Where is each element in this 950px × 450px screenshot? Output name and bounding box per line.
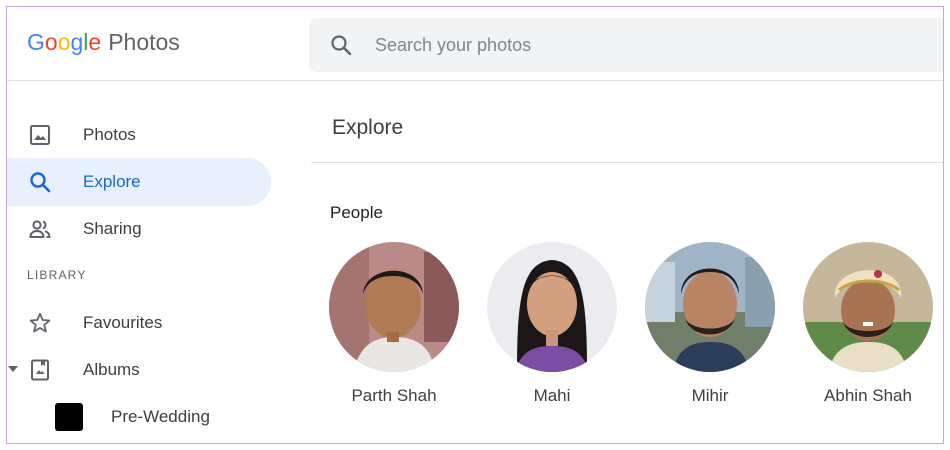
sidebar: Photos Explore Sharing LIBRARY Favourite… (7, 82, 297, 443)
avatar[interactable] (645, 242, 775, 372)
logo-letter: o (44, 29, 58, 55)
album-icon (31, 359, 49, 381)
people-section-heading: People (330, 203, 383, 222)
sidebar-item-label: Sharing (83, 219, 142, 238)
logo-letter: G (27, 29, 45, 55)
page-title: Explore (332, 116, 404, 139)
people-icon (29, 220, 51, 238)
album-thumbnail[interactable] (55, 403, 83, 431)
person-card[interactable]: Mihir (630, 242, 790, 406)
person-card[interactable]: Mahi (472, 242, 632, 406)
avatar[interactable] (329, 242, 459, 372)
top-bar: Google Photos Search your photos (7, 7, 943, 81)
person-card[interactable]: Abhin Shah (788, 242, 943, 406)
sidebar-item-favourites[interactable]: Favourites (7, 299, 271, 347)
google-photos-logo[interactable]: Google Photos (27, 29, 180, 59)
person-name: Mihir (691, 386, 729, 405)
sidebar-item-explore[interactable]: Explore (7, 158, 271, 206)
person-name: Parth Shah (351, 386, 437, 405)
search-input[interactable]: Search your photos (375, 35, 531, 56)
divider (311, 162, 943, 163)
album-item-pre-wedding[interactable]: Pre-Wedding (111, 407, 210, 427)
sidebar-item-label: Explore (83, 172, 141, 191)
main-content: Explore People Parth Shah Mahi Mihir Abh… (309, 82, 943, 443)
product-name: Photos (108, 29, 180, 55)
library-section-label: LIBRARY (27, 268, 87, 282)
search-icon[interactable] (329, 33, 353, 57)
person-card[interactable]: Parth Shah (314, 242, 474, 406)
person-name: Mahi (533, 386, 571, 405)
star-icon (29, 312, 51, 333)
app-window: Google Photos Search your photos Photos (6, 6, 944, 444)
photo-icon (30, 125, 50, 145)
sidebar-item-label: Albums (83, 360, 140, 379)
logo-letter: o (57, 29, 71, 55)
sidebar-item-albums[interactable]: Albums (7, 346, 271, 394)
sidebar-item-photos[interactable]: Photos (7, 111, 271, 159)
avatar[interactable] (803, 242, 933, 372)
logo-letter: e (88, 29, 102, 55)
sidebar-item-label: Favourites (83, 313, 163, 332)
sidebar-item-label: Photos (83, 125, 136, 144)
logo-letter: g (70, 29, 84, 55)
search-bar[interactable]: Search your photos (309, 18, 943, 72)
avatar[interactable] (487, 242, 617, 372)
sidebar-item-sharing[interactable]: Sharing (7, 205, 271, 253)
search-icon (30, 172, 51, 193)
person-name: Abhin Shah (824, 386, 912, 405)
